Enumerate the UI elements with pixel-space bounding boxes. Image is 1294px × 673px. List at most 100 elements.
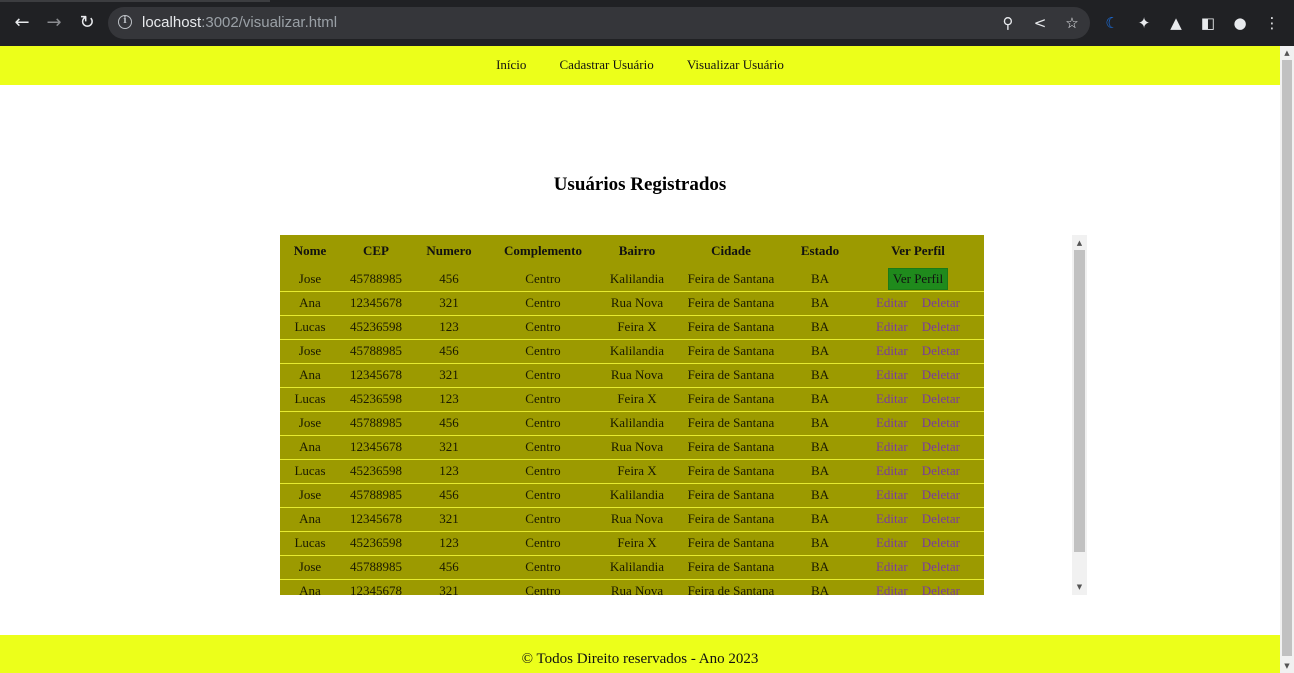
- cell-numero: 456: [412, 411, 486, 436]
- cell-numero: 456: [412, 555, 486, 580]
- edit-link[interactable]: Editar: [876, 295, 908, 310]
- cell-cidade: Feira de Santana: [674, 435, 788, 460]
- delete-link[interactable]: Deletar: [922, 295, 960, 310]
- zoom-icon[interactable]: ⚲: [998, 13, 1018, 33]
- edit-link[interactable]: Editar: [876, 415, 908, 430]
- cell-cep: 45236598: [340, 531, 412, 556]
- cell-cep: 12345678: [340, 291, 412, 316]
- cell-nome: Ana: [280, 507, 340, 532]
- page-scrollbar[interactable]: ▲ ▼: [1280, 46, 1294, 673]
- table-row: Jose 45788985 456 Centro Kalilandia Feira de …: [280, 555, 984, 580]
- table-row: Ana 12345678 321 Centro Rua Nova Feira de San…: [280, 291, 984, 316]
- edit-link[interactable]: Editar: [876, 463, 908, 478]
- cell-nome: Lucas: [280, 459, 340, 484]
- extension-moon-icon[interactable]: ☾: [1102, 13, 1122, 33]
- delete-link[interactable]: Deletar: [922, 367, 960, 382]
- url-host: localhost: [142, 14, 202, 31]
- cell-bairro: Kalilandia: [600, 483, 674, 508]
- delete-link[interactable]: Deletar: [922, 319, 960, 334]
- cell-bairro: Kalilandia: [600, 411, 674, 436]
- cell-numero: 456: [412, 483, 486, 508]
- cell-numero: 123: [412, 315, 486, 340]
- edit-link[interactable]: Editar: [876, 391, 908, 406]
- url-text[interactable]: localhost:3002/visualizar.html: [142, 14, 337, 31]
- cell-bairro: Rua Nova: [600, 291, 674, 316]
- edit-link[interactable]: Editar: [876, 319, 908, 334]
- cell-numero: 123: [412, 387, 486, 412]
- address-bar[interactable]: i localhost:3002/visualizar.html: [108, 7, 1090, 39]
- cell-actions: Editar Deletar: [852, 315, 984, 340]
- delete-link[interactable]: Deletar: [922, 391, 960, 406]
- cell-bairro: Feira X: [600, 531, 674, 556]
- edit-link[interactable]: Editar: [876, 439, 908, 454]
- edit-link[interactable]: Editar: [876, 367, 908, 382]
- forward-arrow-icon[interactable]: →: [43, 12, 65, 34]
- cell-bairro: Kalilandia: [600, 555, 674, 580]
- cell-cidade: Feira de Santana: [674, 387, 788, 412]
- delete-link[interactable]: Deletar: [922, 463, 960, 478]
- page-scrollbar-thumb[interactable]: [1282, 60, 1292, 656]
- cell-estado: BA: [788, 291, 852, 316]
- cell-complemento: Centro: [486, 315, 600, 340]
- ver-perfil-button[interactable]: Ver Perfil: [887, 267, 949, 290]
- cell-estado: BA: [788, 435, 852, 460]
- cell-numero: 123: [412, 459, 486, 484]
- cell-estado: BA: [788, 267, 852, 292]
- delete-link[interactable]: Deletar: [922, 559, 960, 574]
- edit-link[interactable]: Editar: [876, 583, 908, 595]
- tab-strip-edge: [0, 0, 270, 2]
- delete-link[interactable]: Deletar: [922, 415, 960, 430]
- side-panel-icon[interactable]: ◧: [1198, 13, 1218, 33]
- page-scroll-down-arrow-icon[interactable]: ▼: [1280, 660, 1294, 672]
- delete-link[interactable]: Deletar: [922, 511, 960, 526]
- delete-link[interactable]: Deletar: [922, 583, 960, 595]
- nav-link-inicio[interactable]: Início: [496, 46, 526, 84]
- cell-estado: BA: [788, 507, 852, 532]
- users-table-container: Nome CEP Numero Complemento Bairro Cidad…: [280, 235, 984, 595]
- cell-bairro: Rua Nova: [600, 579, 674, 595]
- cell-cidade: Feira de Santana: [674, 339, 788, 364]
- nav-link-visualizar-usuario[interactable]: Visualizar Usuário: [687, 46, 784, 84]
- scroll-up-arrow-icon[interactable]: ▲: [1072, 237, 1087, 249]
- table-scrollbar[interactable]: ▲ ▼: [1072, 235, 1087, 595]
- labs-flask-icon[interactable]: ▲: [1166, 13, 1186, 33]
- cell-numero: 321: [412, 291, 486, 316]
- cell-actions: Editar Deletar: [852, 435, 984, 460]
- bookmark-star-icon[interactable]: ☆: [1062, 13, 1082, 33]
- table-row: Jose 45788985 456 Centro Kalilandia Feira de …: [280, 267, 984, 292]
- site-info-icon[interactable]: i: [118, 15, 132, 29]
- scroll-down-arrow-icon[interactable]: ▼: [1072, 581, 1087, 593]
- delete-link[interactable]: Deletar: [922, 535, 960, 550]
- edit-link[interactable]: Editar: [876, 559, 908, 574]
- footer: © Todos Direito reservados - Ano 2023: [0, 635, 1280, 673]
- cell-actions: Editar Deletar: [852, 555, 984, 580]
- profile-avatar-icon[interactable]: ●: [1230, 13, 1250, 33]
- edit-link[interactable]: Editar: [876, 343, 908, 358]
- reload-icon[interactable]: ↻: [76, 12, 98, 34]
- cell-nome: Jose: [280, 555, 340, 580]
- edit-link[interactable]: Editar: [876, 487, 908, 502]
- cell-nome: Jose: [280, 411, 340, 436]
- delete-link[interactable]: Deletar: [922, 343, 960, 358]
- page-scroll-up-arrow-icon[interactable]: ▲: [1280, 47, 1294, 59]
- nav-link-cadastrar-usuario[interactable]: Cadastrar Usuário: [560, 46, 654, 84]
- table-row: Lucas 45236598 123 Centro Feira X Feira de Sa…: [280, 387, 984, 412]
- delete-link[interactable]: Deletar: [922, 439, 960, 454]
- table-row: Jose 45788985 456 Centro Kalilandia Feira de …: [280, 339, 984, 364]
- cell-nome: Ana: [280, 579, 340, 595]
- cell-actions: Editar Deletar: [852, 363, 984, 388]
- edit-link[interactable]: Editar: [876, 511, 908, 526]
- delete-link[interactable]: Deletar: [922, 487, 960, 502]
- edit-link[interactable]: Editar: [876, 535, 908, 550]
- table-scrollbar-thumb[interactable]: [1074, 250, 1085, 552]
- menu-kebab-icon[interactable]: ⋮: [1262, 13, 1282, 33]
- cell-estado: BA: [788, 363, 852, 388]
- cell-cep: 45788985: [340, 267, 412, 292]
- back-arrow-icon[interactable]: ←: [11, 12, 33, 34]
- cell-cep: 12345678: [340, 507, 412, 532]
- extensions-puzzle-icon[interactable]: ✦: [1134, 13, 1154, 33]
- cell-nome: Ana: [280, 435, 340, 460]
- header-nome: Nome: [293, 243, 327, 258]
- share-icon[interactable]: <: [1030, 13, 1050, 33]
- cell-bairro: Rua Nova: [600, 507, 674, 532]
